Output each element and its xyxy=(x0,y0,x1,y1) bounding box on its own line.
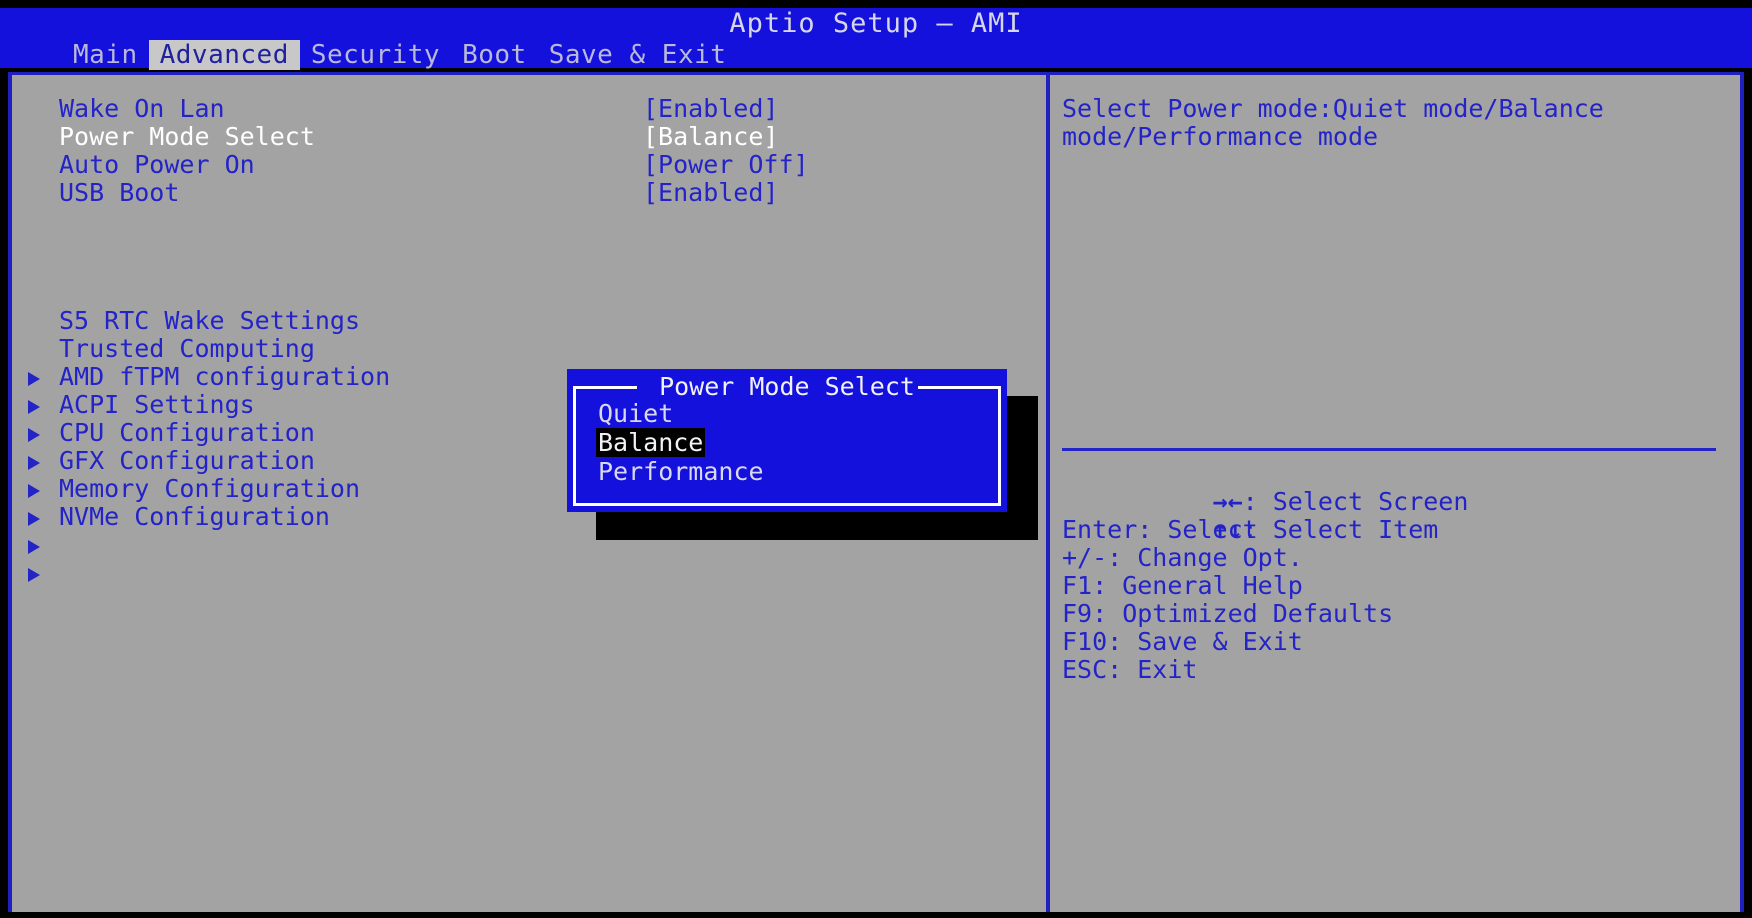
setting-row-auto-power-on[interactable]: Auto Power On [Power Off] xyxy=(12,151,1046,179)
setting-label: Wake On Lan xyxy=(59,94,225,123)
bios-setup-screen: Aptio Setup – AMI Main Advanced Security… xyxy=(0,0,1752,918)
submenu-label: Trusted Computing xyxy=(59,334,315,363)
submenu-label: NVMe Configuration xyxy=(59,502,330,531)
dialog-option-performance[interactable]: Performance xyxy=(596,457,766,486)
help-divider xyxy=(1062,448,1716,451)
tab-boot[interactable]: Boot xyxy=(451,40,538,70)
dialog-title: Power Mode Select xyxy=(659,372,915,401)
legend-text: : Select Item xyxy=(1242,515,1439,544)
settings-list: Wake On Lan [Enabled] Power Mode Select … xyxy=(12,95,1046,207)
submenu-label: CPU Configuration xyxy=(59,418,315,447)
tab-security[interactable]: Security xyxy=(300,40,451,70)
triangle-right-icon xyxy=(26,391,44,470)
help-description: Select Power mode:Quiet mode/Balance mod… xyxy=(1062,94,1619,151)
legend-row-save-exit: F10: Save & Exit xyxy=(1062,627,1303,656)
submenu-row-s5-rtc-wake-settings[interactable]: S5 RTC Wake Settings xyxy=(12,306,1046,386)
tab-save-exit[interactable]: Save & Exit xyxy=(538,40,738,70)
page-title: Aptio Setup – AMI xyxy=(729,8,1023,39)
triangle-right-icon xyxy=(26,475,44,554)
help-pane: Select Power mode:Quiet mode/Balance mod… xyxy=(1050,75,1744,912)
legend-row-select-screen: →←: Select Screen xyxy=(1062,460,1722,516)
submenu-label: ACPI Settings xyxy=(59,390,255,419)
submenu-label: AMD fTPM configuration xyxy=(59,362,391,391)
dialog-option-list: Quiet Balance Performance xyxy=(596,399,986,486)
submenu-label: S5 RTC Wake Settings xyxy=(59,306,361,335)
dialog-option-quiet-row[interactable]: Quiet xyxy=(596,399,986,428)
triangle-right-icon xyxy=(26,363,44,442)
setting-label: USB Boot xyxy=(59,178,180,207)
legend-row-change-opt: +/-: Change Opt. xyxy=(1062,543,1303,572)
triangle-right-icon xyxy=(26,447,44,526)
power-mode-select-dialog: Power Mode Select Quiet Balance Performa… xyxy=(567,369,1007,512)
triangle-right-icon xyxy=(26,503,44,582)
dialog-option-performance-row[interactable]: Performance xyxy=(596,457,986,486)
menu-tab-bar: Main Advanced Security Boot Save & Exit xyxy=(0,40,1752,70)
dialog-option-quiet[interactable]: Quiet xyxy=(596,399,675,428)
legend-row-general-help: F1: General Help xyxy=(1062,571,1303,600)
setting-row-wake-on-lan[interactable]: Wake On Lan [Enabled] xyxy=(12,95,1046,123)
submenu-label: Memory Configuration xyxy=(59,474,361,503)
submenu-label: GFX Configuration xyxy=(59,446,315,475)
setting-row-power-mode-select[interactable]: Power Mode Select [Balance] xyxy=(12,123,1046,151)
dialog-option-balance[interactable]: Balance xyxy=(596,428,706,457)
triangle-right-icon xyxy=(26,335,44,414)
setting-value[interactable]: [Enabled] xyxy=(643,95,778,123)
setting-value[interactable]: [Enabled] xyxy=(643,179,778,207)
triangle-right-icon xyxy=(26,307,44,386)
legend-row-esc-exit: ESC: Exit xyxy=(1062,655,1198,684)
dialog-option-balance-row[interactable]: Balance xyxy=(596,428,986,457)
legend-text: : Select Screen xyxy=(1242,487,1469,516)
setting-value[interactable]: [Power Off] xyxy=(643,151,809,179)
key-legend-list: →←: Select Screen ↑↓: Select Item Enter:… xyxy=(1062,460,1722,684)
arrow-left-right-icon: →← xyxy=(1212,487,1243,516)
header-bar: Aptio Setup – AMI Main Advanced Security… xyxy=(0,8,1752,70)
setting-label: Power Mode Select xyxy=(59,122,315,151)
tab-main[interactable]: Main xyxy=(62,40,149,70)
submenu-row-trusted-computing[interactable]: Trusted Computing xyxy=(12,334,1046,414)
tab-advanced[interactable]: Advanced xyxy=(148,40,300,70)
legend-row-optimized-defaults: F9: Optimized Defaults xyxy=(1062,599,1394,628)
setting-label: Auto Power On xyxy=(59,150,255,179)
setting-row-usb-boot[interactable]: USB Boot [Enabled] xyxy=(12,179,1046,207)
setting-value[interactable]: [Balance] xyxy=(643,123,778,151)
triangle-right-icon xyxy=(26,419,44,498)
